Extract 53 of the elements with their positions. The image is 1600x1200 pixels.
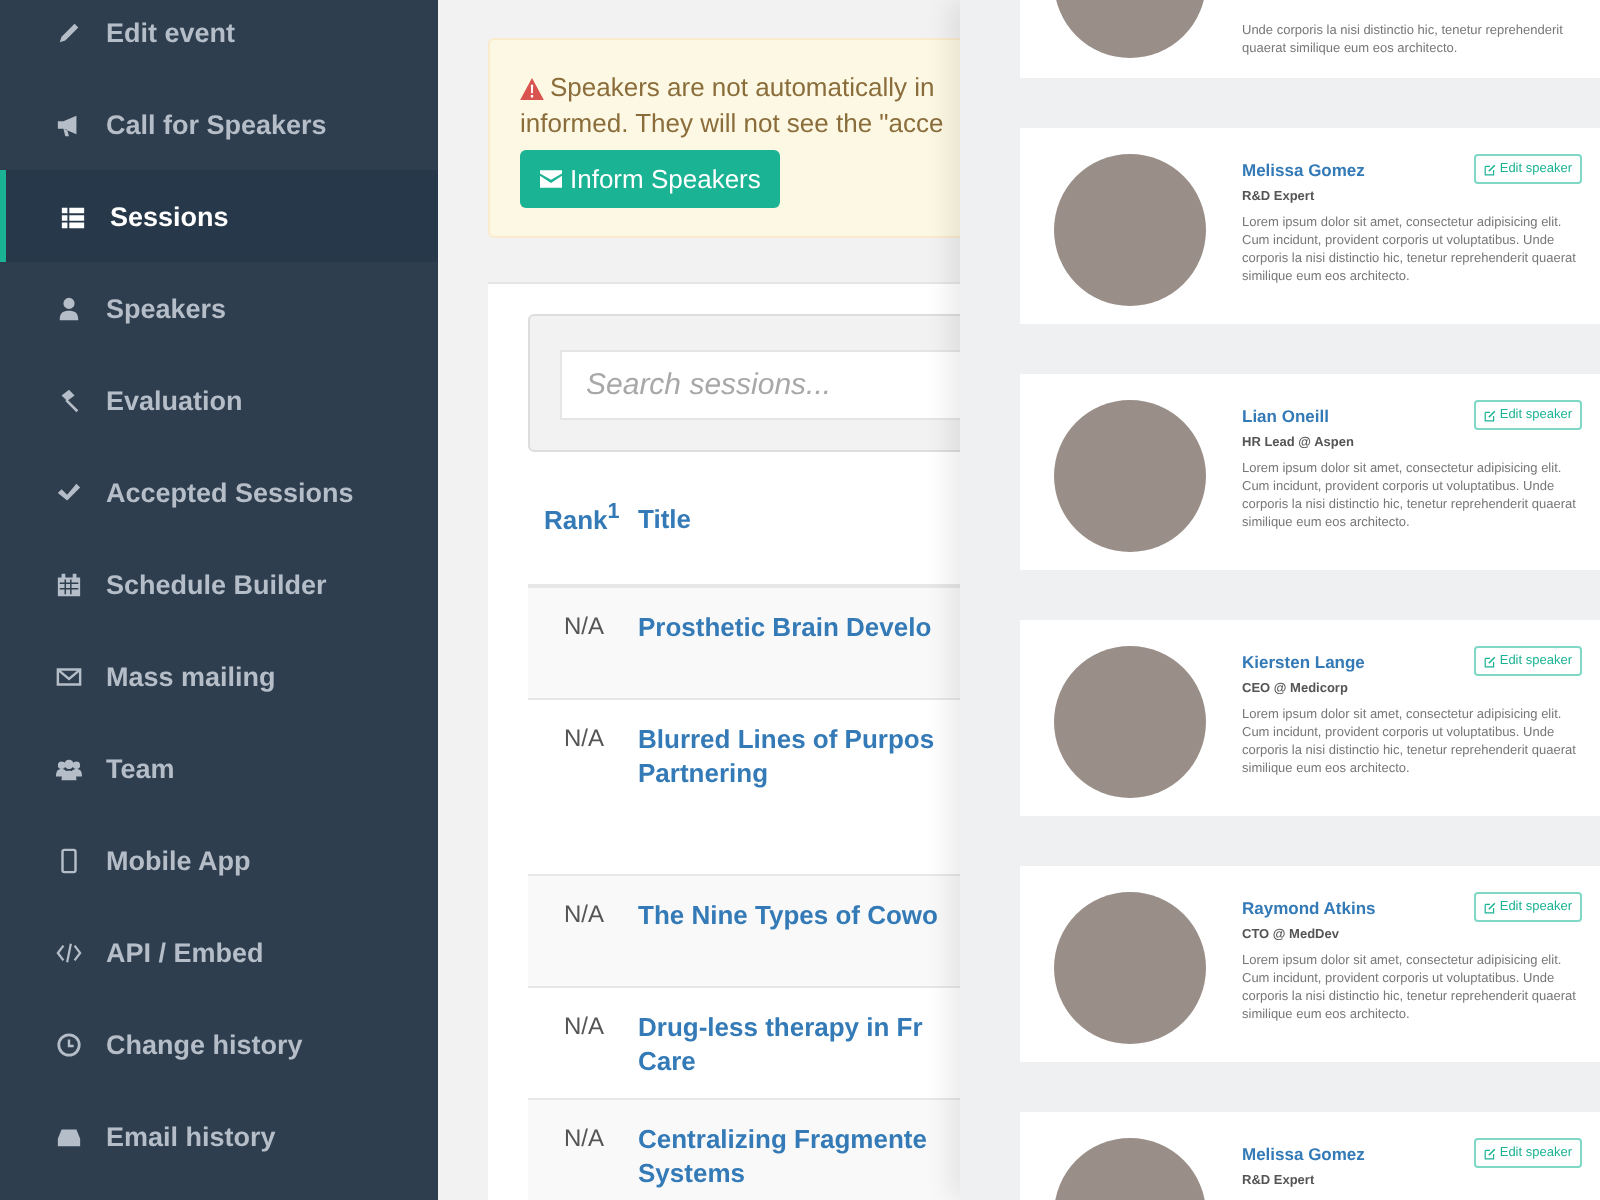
edit-icon xyxy=(1483,163,1496,175)
sidebar-item[interactable]: Accepted Sessions xyxy=(0,446,438,538)
rank-cell-text: N/A xyxy=(562,898,607,928)
calendar-icon xyxy=(56,571,82,597)
edit-icon xyxy=(1483,409,1496,421)
edit-icon xyxy=(1483,655,1496,667)
speaker-name[interactable]: Kiersten Lange xyxy=(1242,651,1365,671)
gavel-icon xyxy=(56,387,82,413)
sidebar-item[interactable]: Mobile App xyxy=(0,814,438,906)
check-icon xyxy=(56,479,82,505)
phone-icon xyxy=(56,847,82,873)
edit-icon xyxy=(1483,1147,1496,1159)
sidebar-item[interactable]: Change history xyxy=(0,998,438,1090)
rank-cell-text: N/A xyxy=(562,1122,607,1152)
person-icon xyxy=(56,295,82,321)
warning-icon xyxy=(520,77,544,99)
speaker-name[interactable]: Raymond Atkins xyxy=(1242,897,1376,917)
edit-icon xyxy=(1483,901,1496,913)
rank-cell-text: N/A xyxy=(562,610,607,640)
sidebar-item[interactable]: Sessions xyxy=(0,170,438,262)
sidebar-item[interactable]: Call for Speakers xyxy=(0,78,438,170)
code-icon xyxy=(56,939,82,965)
alert-text: informed. They will not see the "acce xyxy=(520,106,944,142)
speaker-name[interactable]: Lian Oneill xyxy=(1242,405,1329,425)
column-header[interactable]: Title xyxy=(638,503,691,533)
rank-cell-text: N/A xyxy=(562,722,607,752)
session-title-link[interactable]: Centralizing Fragmente Systems xyxy=(638,1122,927,1190)
sidebar-item[interactable]: API / Embed xyxy=(0,906,438,998)
session-title-link[interactable]: Blurred Lines of Purpos Partnering xyxy=(638,722,935,790)
speaker-name[interactable]: Melissa Gomez xyxy=(1242,1143,1365,1163)
alert-text: Speakers are not automatically in xyxy=(550,70,935,106)
session-title-link[interactable]: The Nine Types of Cowo xyxy=(638,898,938,932)
column-header[interactable]: Rank$^{1}$ xyxy=(528,500,638,536)
sidebar-item[interactable]: Mass mailing xyxy=(0,630,438,722)
envelope-icon xyxy=(540,170,562,188)
session-title-link[interactable]: Prosthetic Brain Develo xyxy=(638,610,932,644)
list-icon xyxy=(60,203,86,229)
sidebar-item[interactable]: Edit event xyxy=(0,0,438,78)
search-field[interactable]: Search sessions... xyxy=(560,350,960,420)
sidebar-item[interactable]: Evaluation xyxy=(0,354,438,446)
inform-speakers-button[interactable]: Inform Speakers xyxy=(520,150,781,208)
people-icon xyxy=(56,755,82,781)
pencil-icon xyxy=(56,19,82,45)
rank-cell-text: N/A xyxy=(562,1010,607,1040)
clock-icon xyxy=(56,1031,82,1057)
speaker-name[interactable]: Melissa Gomez xyxy=(1242,159,1365,179)
envelope-icon xyxy=(56,663,82,689)
megaphone-icon xyxy=(56,111,82,137)
sidebar-item[interactable]: Email history xyxy=(0,1090,438,1182)
sidebar-item[interactable]: Team xyxy=(0,722,438,814)
session-title-link[interactable]: Drug-less therapy in Fr Care xyxy=(638,1010,923,1078)
sidebar-item[interactable]: Speakers xyxy=(0,262,438,354)
sidebar-item[interactable]: Schedule Builder xyxy=(0,538,438,630)
